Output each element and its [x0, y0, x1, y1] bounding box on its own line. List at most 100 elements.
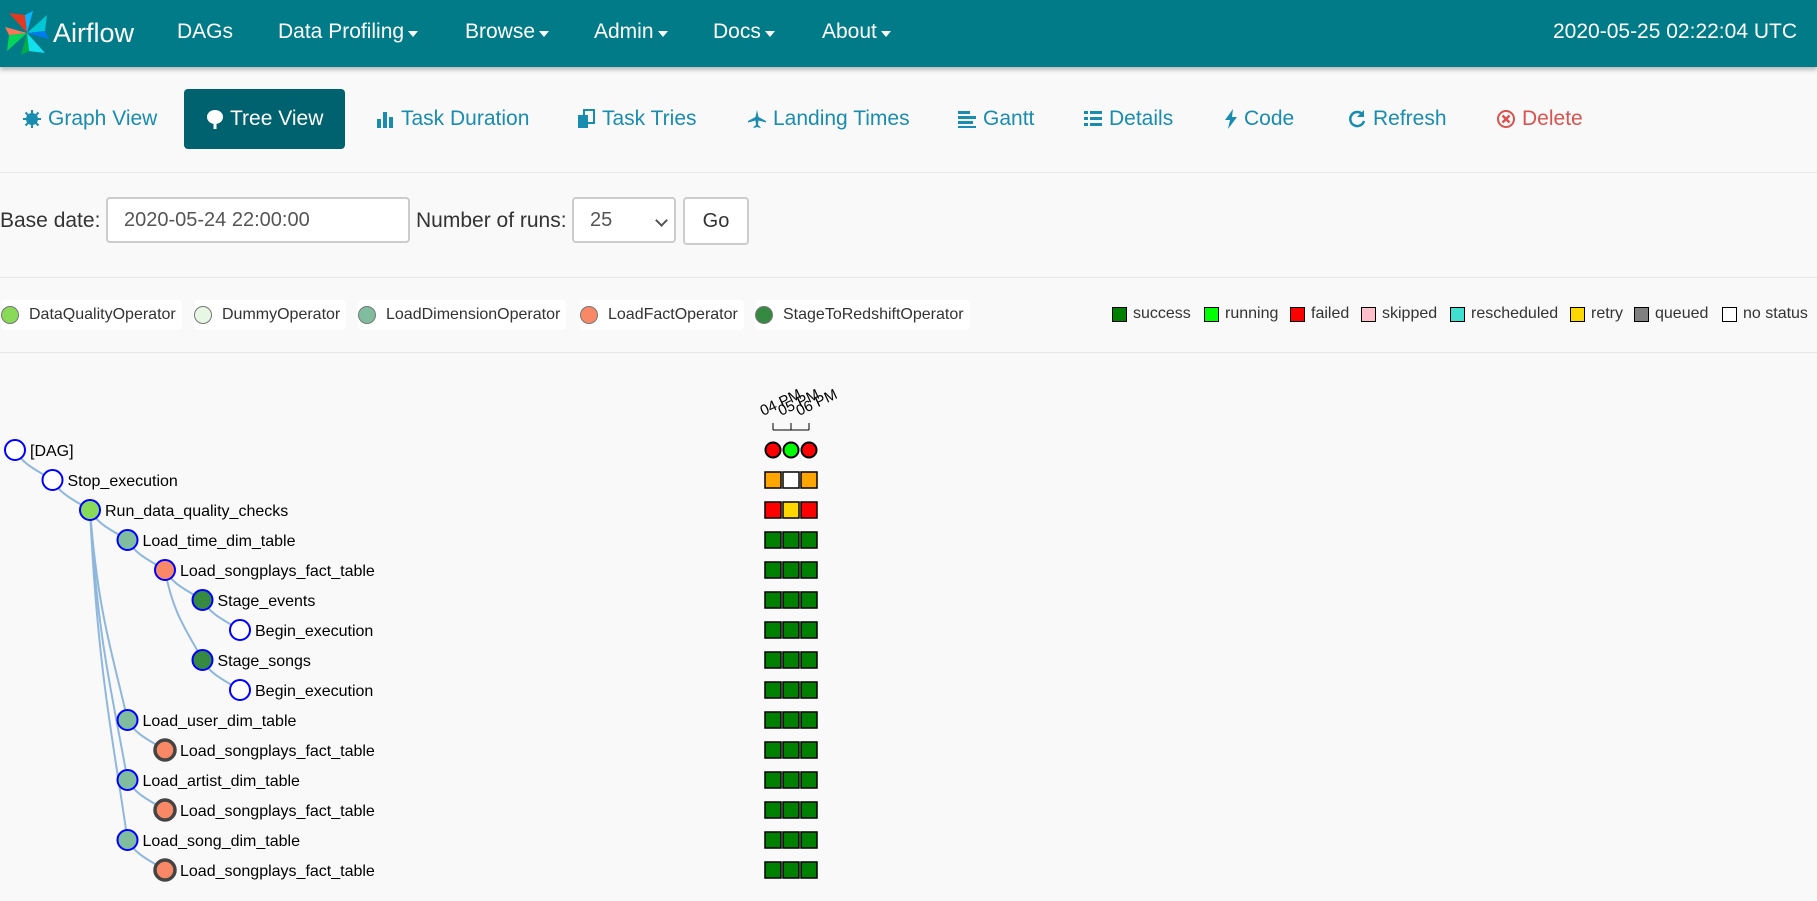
num-runs-select[interactable]: 25 — [572, 197, 676, 243]
task-instance-box[interactable] — [782, 651, 800, 669]
task-instance-box[interactable] — [782, 831, 800, 849]
task-label[interactable]: Load_time_dim_table — [143, 533, 296, 550]
task-node[interactable] — [116, 829, 139, 851]
task-instance-box[interactable] — [800, 711, 818, 729]
task-node[interactable] — [41, 469, 64, 491]
task-instance-box[interactable] — [800, 651, 818, 669]
task-instance-box[interactable] — [764, 681, 782, 699]
task-node[interactable] — [191, 649, 214, 671]
tab-refresh[interactable]: Refresh — [1347, 89, 1447, 149]
task-label[interactable]: Load_artist_dim_table — [143, 773, 301, 790]
operator-label: StageToRedshiftOperator — [783, 306, 964, 323]
task-instance-box[interactable] — [782, 861, 800, 879]
task-node[interactable] — [191, 589, 214, 611]
task-instance-box[interactable] — [800, 501, 818, 519]
task-node[interactable] — [116, 529, 139, 551]
task-label[interactable]: Load_songplays_fact_table — [180, 743, 375, 760]
dag-run-circle[interactable] — [782, 441, 800, 459]
nav-docs[interactable]: Docs — [713, 20, 775, 44]
task-instance-box[interactable] — [800, 741, 818, 759]
task-label[interactable]: Begin_execution — [255, 683, 373, 700]
task-instance-box[interactable] — [764, 531, 782, 549]
task-instance-box[interactable] — [764, 591, 782, 609]
task-instance-box[interactable] — [764, 651, 782, 669]
operator-swatch — [580, 306, 598, 324]
task-instance-box[interactable] — [764, 861, 782, 879]
task-node[interactable] — [154, 559, 176, 581]
nav-dags[interactable]: DAGs — [177, 20, 233, 44]
task-instance-box[interactable] — [800, 471, 818, 489]
tab-graph-view[interactable]: Graph View — [22, 89, 157, 149]
task-label[interactable]: Stage_events — [218, 593, 316, 610]
task-node[interactable] — [116, 769, 139, 791]
task-instance-box[interactable] — [764, 621, 782, 639]
task-instance-box[interactable] — [764, 711, 782, 729]
task-node[interactable] — [4, 439, 26, 461]
task-label[interactable]: Load_songplays_fact_table — [180, 863, 375, 880]
task-instance-box[interactable] — [782, 471, 800, 489]
base-date-input[interactable]: 2020-05-24 22:00:00 — [106, 197, 410, 243]
operator-label: DummyOperator — [222, 306, 341, 323]
task-instance-box[interactable] — [800, 771, 818, 789]
tab-landing-times[interactable]: Landing Times — [747, 89, 910, 149]
task-label[interactable]: Load_songplays_fact_table — [180, 563, 375, 580]
tab-details[interactable]: Details — [1083, 89, 1173, 149]
tab-gantt[interactable]: Gantt — [957, 89, 1034, 149]
task-instance-box[interactable] — [800, 561, 818, 579]
tab-tree-view[interactable]: Tree View — [184, 89, 346, 149]
task-instance-box[interactable] — [800, 591, 818, 609]
task-label[interactable]: Load_songplays_fact_table — [180, 803, 375, 820]
task-instance-box[interactable] — [782, 621, 800, 639]
nav-about[interactable]: About — [822, 20, 891, 44]
nav-admin[interactable]: Admin — [594, 20, 668, 44]
dag-run-circle[interactable] — [800, 441, 818, 459]
task-label[interactable]: Begin_execution — [255, 623, 373, 640]
task-instance-box[interactable] — [800, 861, 818, 879]
task-instance-box[interactable] — [782, 591, 800, 609]
task-instance-box[interactable] — [764, 501, 782, 519]
task-instance-box[interactable] — [782, 561, 800, 579]
task-instance-box[interactable] — [782, 711, 800, 729]
task-label[interactable]: Stop_execution — [68, 473, 178, 490]
tab-code[interactable]: Code — [1224, 89, 1294, 149]
task-instance-box[interactable] — [800, 681, 818, 699]
task-instance-box[interactable] — [764, 741, 782, 759]
nav-data-profiling[interactable]: Data Profiling — [278, 20, 419, 44]
task-instance-box[interactable] — [782, 531, 800, 549]
tab-task-tries[interactable]: Task Tries — [576, 89, 697, 149]
task-node[interactable] — [153, 858, 177, 882]
task-node[interactable] — [229, 679, 251, 701]
task-instance-box[interactable] — [764, 831, 782, 849]
task-instance-box[interactable] — [800, 531, 818, 549]
task-instance-box[interactable] — [782, 801, 800, 819]
task-node[interactable] — [153, 738, 177, 762]
task-instance-box[interactable] — [764, 801, 782, 819]
task-node[interactable] — [116, 709, 139, 731]
task-node[interactable] — [79, 499, 101, 521]
task-instance-box[interactable] — [782, 501, 800, 519]
task-instance-box[interactable] — [764, 561, 782, 579]
tab-delete[interactable]: Delete — [1496, 89, 1583, 149]
task-label[interactable]: Load_user_dim_table — [143, 713, 297, 730]
task-label[interactable]: [DAG] — [30, 443, 74, 460]
tab-task-duration[interactable]: Task Duration — [375, 89, 529, 149]
task-node[interactable] — [229, 619, 251, 641]
task-instance-box[interactable] — [782, 741, 800, 759]
nav-dags-label: DAGs — [177, 20, 234, 43]
go-button[interactable]: Go — [683, 197, 749, 245]
nav-browse[interactable]: Browse — [465, 20, 550, 44]
task-label[interactable]: Stage_songs — [218, 653, 311, 670]
task-label[interactable]: Run_data_quality_checks — [105, 503, 288, 520]
tab-task-duration-label: Task Duration — [401, 107, 530, 130]
brand[interactable]: Airflow — [3, 9, 134, 57]
task-instance-box[interactable] — [782, 681, 800, 699]
task-label[interactable]: Load_song_dim_table — [143, 833, 301, 850]
task-instance-box[interactable] — [800, 831, 818, 849]
task-instance-box[interactable] — [782, 771, 800, 789]
task-instance-box[interactable] — [764, 771, 782, 789]
task-instance-box[interactable] — [800, 801, 818, 819]
task-instance-box[interactable] — [764, 471, 782, 489]
dag-run-circle[interactable] — [764, 441, 782, 459]
task-instance-box[interactable] — [800, 621, 818, 639]
task-node[interactable] — [153, 798, 177, 822]
